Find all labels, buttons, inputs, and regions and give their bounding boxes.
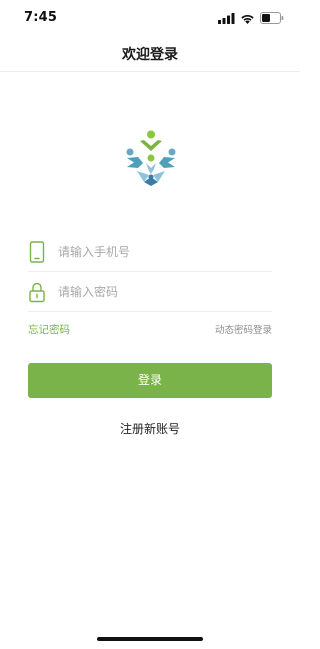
password-input[interactable] xyxy=(58,282,268,302)
login-button[interactable]: 登录 xyxy=(28,363,272,398)
page-title: 欢迎登录 xyxy=(122,47,178,63)
wifi-icon xyxy=(241,14,254,24)
password-field-row xyxy=(28,272,272,312)
home-indicator[interactable] xyxy=(97,637,203,641)
signal-icon xyxy=(218,12,235,24)
phone-field-row xyxy=(28,232,272,272)
forgot-password-link[interactable]: 忘记密码 xyxy=(28,322,70,337)
status-time: 7:45 xyxy=(24,10,58,25)
status-icons xyxy=(218,12,284,24)
status-bar: 7:45 xyxy=(0,0,300,36)
phone-icon xyxy=(29,241,45,263)
nav-bar: 欢迎登录 xyxy=(0,36,300,72)
register-link[interactable]: 注册新账号 xyxy=(0,420,300,437)
app-logo-icon xyxy=(126,130,176,186)
lock-icon xyxy=(29,282,45,303)
dynamic-password-login-link[interactable]: 动态密码登录 xyxy=(215,322,272,336)
phone-input[interactable] xyxy=(58,242,268,262)
battery-icon xyxy=(260,12,284,24)
